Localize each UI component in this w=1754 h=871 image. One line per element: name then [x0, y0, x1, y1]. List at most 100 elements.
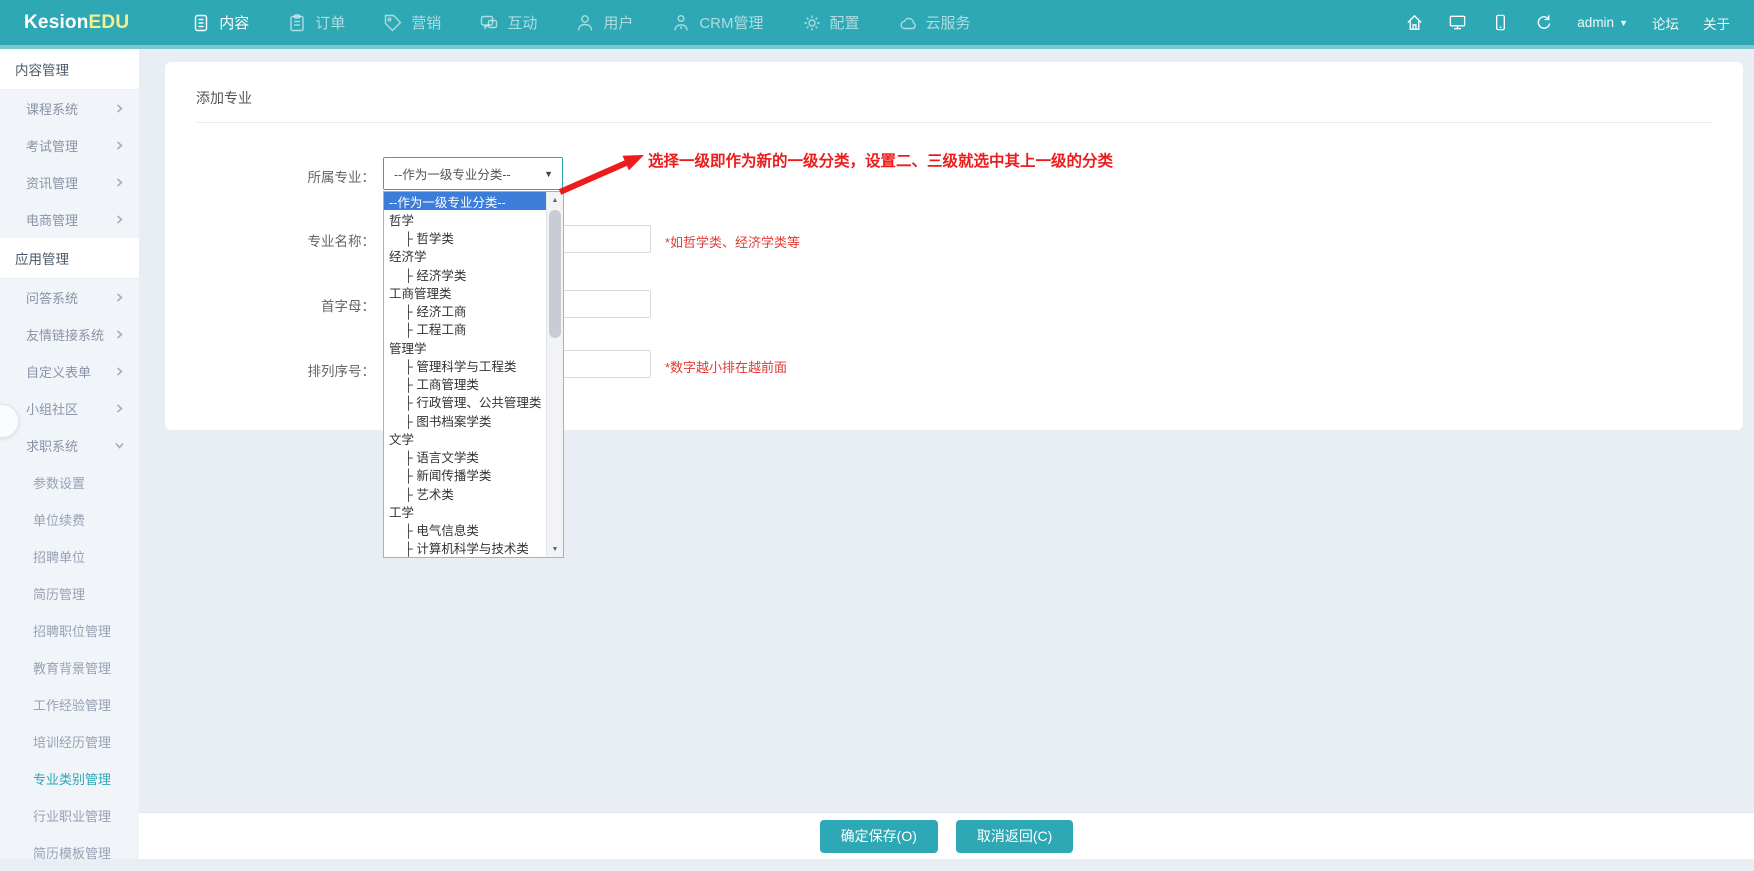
- chevron-right-icon: [115, 178, 124, 187]
- dropdown-option[interactable]: ├ 哲学类: [384, 229, 546, 247]
- sidebar-subitem-training-history-mgmt[interactable]: 培训经历管理: [0, 723, 139, 760]
- sidebar-subitem-resume-template-mgmt[interactable]: 简历模板管理: [0, 834, 139, 871]
- sidebar-subitem-education-background-mgmt[interactable]: 教育背景管理: [0, 649, 139, 686]
- chevron-right-icon: [115, 141, 124, 150]
- sidebar-item-label: 资讯管理: [26, 176, 79, 191]
- forum-link[interactable]: 论坛: [1652, 13, 1679, 33]
- sidebar-item-exam-mgmt[interactable]: 考试管理: [0, 127, 139, 164]
- dropdown-option[interactable]: ├ 图书档案学类: [384, 411, 546, 429]
- divider: [196, 122, 1712, 123]
- sidebar-item-friend-links[interactable]: 友情链接系统: [0, 316, 139, 353]
- content-icon: [191, 13, 211, 33]
- sidebar-item-label: 课程系统: [26, 102, 79, 117]
- dropdown-option[interactable]: 经济学: [384, 247, 546, 265]
- refresh-icon[interactable]: [1534, 13, 1553, 32]
- settings-icon: [802, 13, 822, 33]
- scrollbar-thumb[interactable]: [549, 210, 561, 338]
- sidebar-item-course-system[interactable]: 课程系统: [0, 90, 139, 127]
- navbar-right: admin ▼ 论坛 关于: [1405, 13, 1754, 33]
- initial-letter-label: 首字母：: [321, 299, 375, 314]
- sidebar-subitem-resume-mgmt[interactable]: 简历管理: [0, 575, 139, 612]
- dropdown-option[interactable]: 管理学: [384, 338, 546, 356]
- sidebar-item-label: 求职系统: [26, 439, 79, 454]
- nav-label: 用户: [603, 15, 634, 32]
- admin-dropdown[interactable]: admin ▼: [1577, 15, 1628, 30]
- order-icon: [287, 13, 307, 33]
- desktop-icon[interactable]: [1448, 13, 1467, 32]
- dropdown-option[interactable]: ├ 管理科学与工程类: [384, 356, 546, 374]
- mobile-icon[interactable]: [1491, 13, 1510, 32]
- sidebar-header-app-mgmt: 应用管理: [0, 238, 139, 279]
- sidebar-item-label: 小组社区: [26, 402, 79, 417]
- chevron-right-icon: [115, 293, 124, 302]
- top-navbar: KesionEDU 内容 订单 营销 互动 用户 CRM管理 配置 云服务 ad…: [0, 0, 1754, 45]
- sidebar-item-custom-forms[interactable]: 自定义表单: [0, 353, 139, 390]
- scroll-down-icon[interactable]: ▼: [547, 541, 563, 557]
- sidebar-item-qa-system[interactable]: 问答系统: [0, 279, 139, 316]
- home-icon[interactable]: [1405, 13, 1424, 32]
- dropdown-option[interactable]: 工商管理类: [384, 283, 546, 301]
- nav-label: 互动: [507, 15, 538, 32]
- sidebar-subitem-parameter-settings[interactable]: 参数设置: [0, 464, 139, 501]
- chevron-right-icon: [115, 330, 124, 339]
- sidebar-item-job-system[interactable]: 求职系统: [0, 427, 139, 464]
- category-select[interactable]: --作为一级专业分类-- ▼: [383, 157, 563, 190]
- sidebar-subitem-recruiting-units[interactable]: 招聘单位: [0, 538, 139, 575]
- dropdown-option[interactable]: ├ 电气信息类: [384, 521, 546, 539]
- sidebar-subitem-unit-renewal[interactable]: 单位续费: [0, 501, 139, 538]
- dropdown-option[interactable]: ├ 行政管理、公共管理类: [384, 393, 546, 411]
- dropdown-option[interactable]: ├ 工程工商: [384, 320, 546, 338]
- dropdown-options: --作为一级专业分类-- 哲学 ├ 哲学类 经济学 ├ 经济学类 工商管理类 ├…: [384, 192, 546, 557]
- major-name-hint: *如哲学类、经济学类等: [665, 235, 801, 250]
- nav-item-orders[interactable]: 订单: [287, 12, 345, 33]
- sidebar-subitem-major-category-mgmt[interactable]: 专业类别管理: [0, 760, 139, 797]
- page-title: 添加专业: [196, 90, 252, 106]
- sidebar-item-group-community[interactable]: 小组社区: [0, 390, 139, 427]
- cancel-button[interactable]: 取消返回(C): [955, 819, 1074, 853]
- marketing-icon: [383, 13, 403, 33]
- nav-item-users[interactable]: 用户: [575, 12, 633, 33]
- sidebar-item-ecommerce-mgmt[interactable]: 电商管理: [0, 201, 139, 238]
- dropdown-option[interactable]: 工学: [384, 502, 546, 520]
- app-logo[interactable]: KesionEDU: [24, 12, 129, 34]
- dropdown-option[interactable]: ├ 新闻传播学类: [384, 466, 546, 484]
- dropdown-option[interactable]: 哲学: [384, 210, 546, 228]
- nav-item-content[interactable]: 内容: [191, 12, 249, 33]
- logo-text-edu: EDU: [88, 11, 130, 33]
- interaction-icon: [479, 13, 499, 33]
- sidebar-subitem-industry-occupation-mgmt[interactable]: 行业职业管理: [0, 797, 139, 834]
- chevron-right-icon: [115, 404, 124, 413]
- dropdown-option[interactable]: ├ 语言文学类: [384, 448, 546, 466]
- nav-label: 内容: [219, 15, 250, 32]
- dropdown-option[interactable]: ├ 经济学类: [384, 265, 546, 283]
- sidebar-item-label: 考试管理: [26, 139, 79, 154]
- save-button[interactable]: 确定保存(O): [819, 819, 938, 853]
- major-name-label: 专业名称：: [307, 234, 376, 249]
- chevron-right-icon: [115, 215, 124, 224]
- dropdown-option[interactable]: ├ 工商管理类: [384, 375, 546, 393]
- sidebar-subitem-job-position-mgmt[interactable]: 招聘职位管理: [0, 612, 139, 649]
- nav-item-marketing[interactable]: 营销: [383, 12, 441, 33]
- dropdown-option[interactable]: ├ 艺术类: [384, 484, 546, 502]
- dropdown-option[interactable]: ├ 经济工商: [384, 302, 546, 320]
- chevron-right-icon: [115, 367, 124, 376]
- chevron-down-icon: ▼: [1619, 17, 1628, 28]
- dropdown-option[interactable]: ├ 计算机科学与技术类: [384, 539, 546, 557]
- nav-item-crm[interactable]: CRM管理: [671, 12, 764, 33]
- dropdown-option[interactable]: --作为一级专业分类--: [384, 192, 546, 211]
- sidebar-subitem-work-experience-mgmt[interactable]: 工作经验管理: [0, 686, 139, 723]
- nav-item-interaction[interactable]: 互动: [479, 12, 537, 33]
- logo-text: Kesion: [24, 11, 89, 33]
- crm-icon: [671, 13, 691, 33]
- nav-label: CRM管理: [699, 15, 764, 32]
- nav-item-settings[interactable]: 配置: [802, 12, 860, 33]
- about-link[interactable]: 关于: [1703, 13, 1730, 33]
- sidebar: 内容管理 课程系统 考试管理 资讯管理 电商管理 应用管理 问答系统 友情链接系…: [0, 49, 139, 861]
- nav-item-cloud[interactable]: 云服务: [898, 12, 971, 33]
- sidebar-item-label: 问答系统: [26, 291, 79, 306]
- dropdown-scrollbar[interactable]: ▲ ▼: [546, 192, 563, 557]
- category-dropdown-list: --作为一级专业分类-- 哲学 ├ 哲学类 经济学 ├ 经济学类 工商管理类 ├…: [383, 191, 564, 558]
- sidebar-item-news-mgmt[interactable]: 资讯管理: [0, 164, 139, 201]
- nav-label: 配置: [829, 15, 860, 32]
- dropdown-option[interactable]: 文学: [384, 429, 546, 447]
